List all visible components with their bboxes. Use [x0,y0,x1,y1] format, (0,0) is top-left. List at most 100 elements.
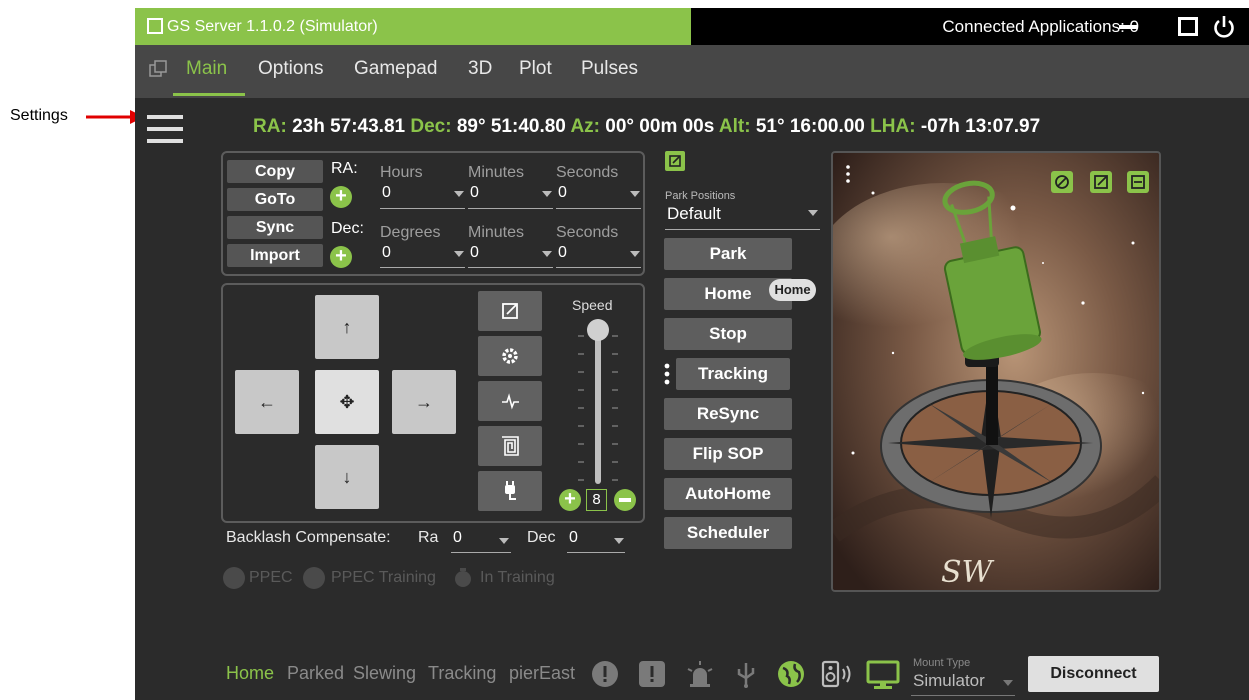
speaker-icon[interactable] [821,660,855,688]
telescope-3d-view[interactable]: SW [831,151,1161,592]
speed-slider[interactable] [572,316,624,488]
ra-minutes-label: Minutes [468,164,525,181]
speed-label: Speed [572,297,613,313]
ppec-toggle[interactable] [223,567,245,589]
usb-icon[interactable] [735,660,757,688]
chevron-down-icon[interactable] [630,251,640,257]
import-button[interactable]: Import [227,244,323,267]
ppec-training-toggle[interactable] [303,567,325,589]
spiral-icon[interactable] [478,426,542,466]
connected-applications: Connected Applications: 0 [942,17,1139,36]
chevron-down-icon[interactable] [542,191,552,197]
popout-icon[interactable] [665,151,685,171]
app-window: GS Server 1.1.0.2 (Simulator) Connected … [135,8,1249,700]
az-label: Az: [570,116,601,137]
dec-input-label: Dec: [331,220,364,237]
dec-label: Dec: [410,116,452,137]
telescope-model-image [833,153,1159,590]
ra-add-icon[interactable]: + [330,186,352,208]
alert-square-icon[interactable] [638,660,666,688]
scheduler-button[interactable]: Scheduler [664,517,792,549]
dec-degrees-field[interactable]: 0 [382,244,391,262]
speed-decrease-button[interactable] [614,489,636,511]
status-home: Home [226,663,275,683]
chevron-down-icon[interactable] [542,251,552,257]
resync-button[interactable]: ReSync [664,398,792,430]
backlash-dec-field[interactable]: 0 [569,529,578,547]
chevron-down-icon[interactable] [808,210,818,216]
speed-increase-button[interactable]: + [559,489,581,511]
sync-button[interactable]: Sync [227,216,323,239]
tab-pulses[interactable]: Pulses [581,58,638,80]
ppec-training-label: PPEC Training [331,569,436,586]
flip-sop-button[interactable]: Flip SOP [664,438,792,470]
backlash-ra-field[interactable]: 0 [453,529,462,547]
park-positions-select[interactable]: Default [667,204,721,224]
monitor-icon[interactable] [866,660,900,690]
mount-type-select[interactable]: Simulator [913,671,985,691]
title-bar: GS Server 1.1.0.2 (Simulator) Connected … [135,8,1249,45]
chevron-down-icon[interactable] [454,251,464,257]
speed-value: 8 [586,489,607,511]
minimize-button[interactable] [1119,25,1137,29]
autohome-button[interactable]: AutoHome [664,478,792,510]
dec-value: 89° 51:40.80 [456,116,566,137]
move-down-button[interactable]: ↓ [315,445,379,509]
tab-options[interactable]: Options [258,58,323,80]
mount-type-label: Mount Type [913,657,971,669]
move-stop-button[interactable]: ✥ [315,370,379,434]
lha-label: LHA: [870,116,916,137]
dec-minutes-field[interactable]: 0 [470,244,479,262]
maximize-button[interactable] [1178,17,1198,36]
status-tracking: Tracking [428,663,497,683]
tab-plot[interactable]: Plot [519,58,552,80]
pulse-icon[interactable] [478,381,542,421]
settings-annotation-label: Settings [10,107,68,124]
ra-minutes-field[interactable]: 0 [470,184,479,202]
ra-value: 23h 57:43.81 [292,116,406,137]
warning-circle-icon[interactable] [591,660,619,688]
ppec-label: PPEC [249,569,293,586]
alt-value: 51° 16:00.00 [755,116,865,137]
globe-icon[interactable] [777,660,805,688]
chevron-down-icon[interactable] [1003,680,1013,686]
park-button[interactable]: Park [664,238,792,270]
chevron-down-icon[interactable] [630,191,640,197]
ra-seconds-field[interactable]: 0 [558,184,567,202]
status-slewing: Slewing [353,663,417,683]
backlash-label: Backlash Compensate: [226,529,391,546]
chevron-down-icon[interactable] [454,191,464,197]
status-parked: Parked [287,663,345,683]
dec-add-icon[interactable]: + [330,246,352,268]
ra-seconds-label: Seconds [556,164,619,181]
az-value: 00° 00m 00s [605,116,715,137]
disconnect-button[interactable]: Disconnect [1028,656,1159,692]
gear-icon[interactable] [478,336,542,376]
popout-icon[interactable] [478,291,542,331]
lha-value: -07h 13:07.97 [920,116,1041,137]
move-up-button[interactable]: ↑ [315,295,379,359]
popout-window-icon[interactable] [149,60,167,78]
tab-gamepad[interactable]: Gamepad [354,58,437,80]
dec-minutes-label: Minutes [468,224,525,241]
timer-icon [455,568,471,587]
more-options-icon[interactable] [664,363,670,385]
coordinates-readout: RA: 23h 57:43.81 Dec: 89° 51:40.80 Az: 0… [253,116,1040,138]
ra-hours-field[interactable]: 0 [382,184,391,202]
ra-hours-label: Hours [380,164,423,181]
alarm-light-icon[interactable] [685,660,715,688]
settings-menu-button[interactable] [147,115,183,143]
goto-button[interactable]: GoTo [227,188,323,211]
move-right-button[interactable]: → [392,370,456,434]
tracking-button[interactable]: Tracking [676,358,790,390]
chevron-down-icon[interactable] [614,538,624,544]
stop-button[interactable]: Stop [664,318,792,350]
power-icon[interactable] [1211,14,1237,40]
dec-seconds-field[interactable]: 0 [558,244,567,262]
plug-icon[interactable] [478,471,542,511]
chevron-down-icon[interactable] [499,538,509,544]
tab-3d[interactable]: 3D [468,58,492,80]
copy-button[interactable]: Copy [227,160,323,183]
move-left-button[interactable]: ← [235,370,299,434]
tab-main[interactable]: Main [186,58,227,80]
